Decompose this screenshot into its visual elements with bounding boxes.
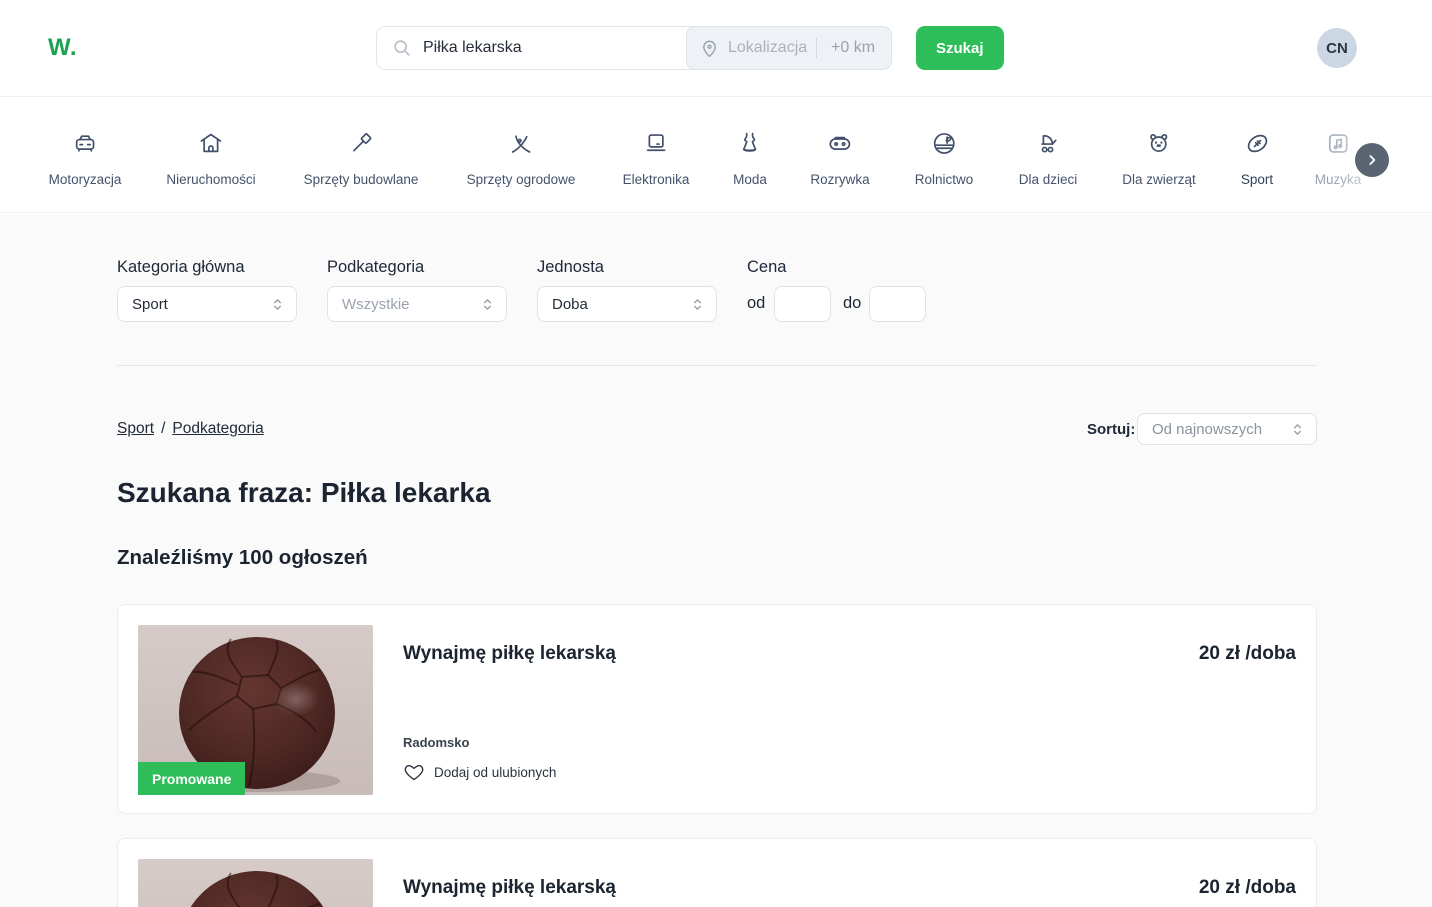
main-content: Kategoria główna Podkategoria Jednosta C…: [0, 214, 1432, 907]
search-input[interactable]: [413, 39, 683, 57]
nav-item-label: Rolnictwo: [914, 172, 974, 187]
price-from-label: od: [747, 294, 766, 312]
nav-item-label: Sport: [1240, 172, 1274, 187]
listing-price: 20 zł /doba: [1198, 643, 1296, 664]
listing-image: [138, 859, 373, 907]
active-underline: [1239, 212, 1275, 213]
nav-item-label: Sprzęty ogrodowe: [466, 172, 576, 187]
breadcrumb: Sport / Podkategoria: [117, 420, 264, 438]
nav-item-label: Moda: [733, 172, 767, 187]
price-from-input[interactable]: [774, 286, 831, 322]
breadcrumb-link-sport[interactable]: Sport: [117, 420, 154, 437]
header: W. +0: [0, 0, 1432, 97]
location-box[interactable]: +0 km: [686, 26, 892, 70]
location-divider: [816, 38, 817, 58]
results-count: Znaleźliśmy 100 ogłoszeń: [117, 546, 368, 569]
listing-title: Wynajmę piłkę lekarską: [403, 643, 616, 664]
subcategory-select[interactable]: Wszystkie: [327, 286, 507, 322]
house-icon: [198, 130, 225, 162]
listing-price: 20 zł /doba: [1198, 877, 1296, 898]
filter-price-label: Cena: [747, 258, 787, 276]
nav-item-elektronika[interactable]: Elektronika: [622, 130, 690, 187]
chevron-right-icon: [1364, 152, 1380, 168]
sort-select-value: Od najnowszych: [1152, 420, 1263, 438]
dog-icon: [1146, 130, 1173, 162]
nav-item-sport[interactable]: Sport: [1239, 130, 1275, 213]
search-icon: [391, 37, 413, 59]
select-chevrons-icon: [481, 297, 494, 312]
laptop-icon: [642, 130, 669, 162]
nav-item-sprzety-ogrodowe[interactable]: Sprzęty ogrodowe: [466, 130, 576, 187]
field-icon: [931, 130, 958, 162]
nav-item-label: Motoryzacja: [48, 172, 122, 187]
search-field[interactable]: +0 km: [376, 26, 892, 70]
nav-item-dla-zwierzat[interactable]: Dla zwierząt: [1122, 130, 1196, 187]
search-bar: +0 km Szukaj: [376, 26, 1004, 70]
filter-category-label: Kategoria główna: [117, 258, 245, 276]
filters-divider: [117, 365, 1317, 366]
listing-card[interactable]: Promowane Wynajmę piłkę lekarską 20 zł /…: [117, 604, 1317, 814]
listing-card[interactable]: Wynajmę piłkę lekarską 20 zł /doba: [117, 838, 1317, 907]
gamepad-icon: [826, 130, 853, 162]
price-to-input[interactable]: [869, 286, 926, 322]
sort-label: Sortuj:: [1087, 421, 1136, 438]
page: W. +0: [0, 0, 1432, 907]
location-input[interactable]: [720, 39, 816, 57]
add-to-favorites-label: Dodaj od ulubionych: [434, 764, 557, 780]
shears-icon: [508, 130, 535, 162]
listing-location: Radomsko: [403, 735, 470, 750]
filter-subcategory-label: Podkategoria: [327, 258, 425, 276]
nav-item-label: Dla zwierząt: [1122, 172, 1196, 187]
rugby-ball-icon: [1244, 130, 1271, 162]
avatar[interactable]: CN: [1317, 28, 1357, 68]
sort-select[interactable]: Od najnowszych: [1137, 413, 1317, 445]
select-chevrons-icon: [1291, 422, 1304, 437]
nav-item-motoryzacja[interactable]: Motoryzacja: [48, 130, 122, 187]
nav-item-dla-dzieci[interactable]: Dla dzieci: [1018, 130, 1078, 187]
location-pin-icon: [699, 38, 720, 59]
nav-item-nieruchomosci[interactable]: Nieruchomości: [166, 130, 256, 187]
listing-title: Wynajmę piłkę lekarską: [403, 877, 616, 898]
select-chevrons-icon: [271, 297, 284, 312]
hammer-icon: [347, 130, 374, 162]
nav-item-label: Elektronika: [622, 172, 690, 187]
nav-item-label: Nieruchomości: [166, 172, 256, 187]
promoted-badge: Promowane: [138, 762, 246, 795]
unit-select-value: Doba: [552, 295, 588, 313]
breadcrumb-link-podkategoria[interactable]: Podkategoria: [172, 420, 263, 437]
nav-item-sprzety-budowlane[interactable]: Sprzęty budowlane: [303, 130, 419, 187]
filter-unit-label: Jednosta: [537, 258, 604, 276]
select-chevrons-icon: [691, 297, 704, 312]
page-title: Szukana fraza: Piłka lekarka: [117, 477, 491, 508]
add-to-favorites[interactable]: Dodaj od ulubionych: [403, 761, 556, 783]
nav-item-rolnictwo[interactable]: Rolnictwo: [914, 130, 974, 187]
breadcrumb-separator: /: [161, 420, 166, 437]
price-to-label: do: [843, 294, 862, 312]
radius-value[interactable]: +0 km: [823, 39, 875, 57]
stroller-icon: [1035, 130, 1062, 162]
category-select[interactable]: Sport: [117, 286, 297, 322]
subcategory-select-value: Wszystkie: [342, 295, 410, 313]
nav-item-moda[interactable]: Moda: [733, 130, 767, 187]
heart-icon: [403, 761, 425, 783]
nav-item-label: Sprzęty budowlane: [303, 172, 419, 187]
nav-scroll-next-button[interactable]: [1355, 143, 1389, 177]
search-button[interactable]: Szukaj: [916, 26, 1004, 70]
unit-select[interactable]: Doba: [537, 286, 717, 322]
category-select-value: Sport: [132, 295, 168, 313]
category-nav: Motoryzacja Nieruchomości Sprzęty budowl…: [0, 97, 1432, 213]
nav-item-rozrywka[interactable]: Rozrywka: [810, 130, 870, 187]
dress-icon: [737, 130, 764, 162]
nav-item-label: Rozrywka: [810, 172, 870, 187]
logo[interactable]: W.: [48, 34, 77, 62]
car-icon: [72, 130, 99, 162]
nav-item-label: Dla dzieci: [1018, 172, 1078, 187]
